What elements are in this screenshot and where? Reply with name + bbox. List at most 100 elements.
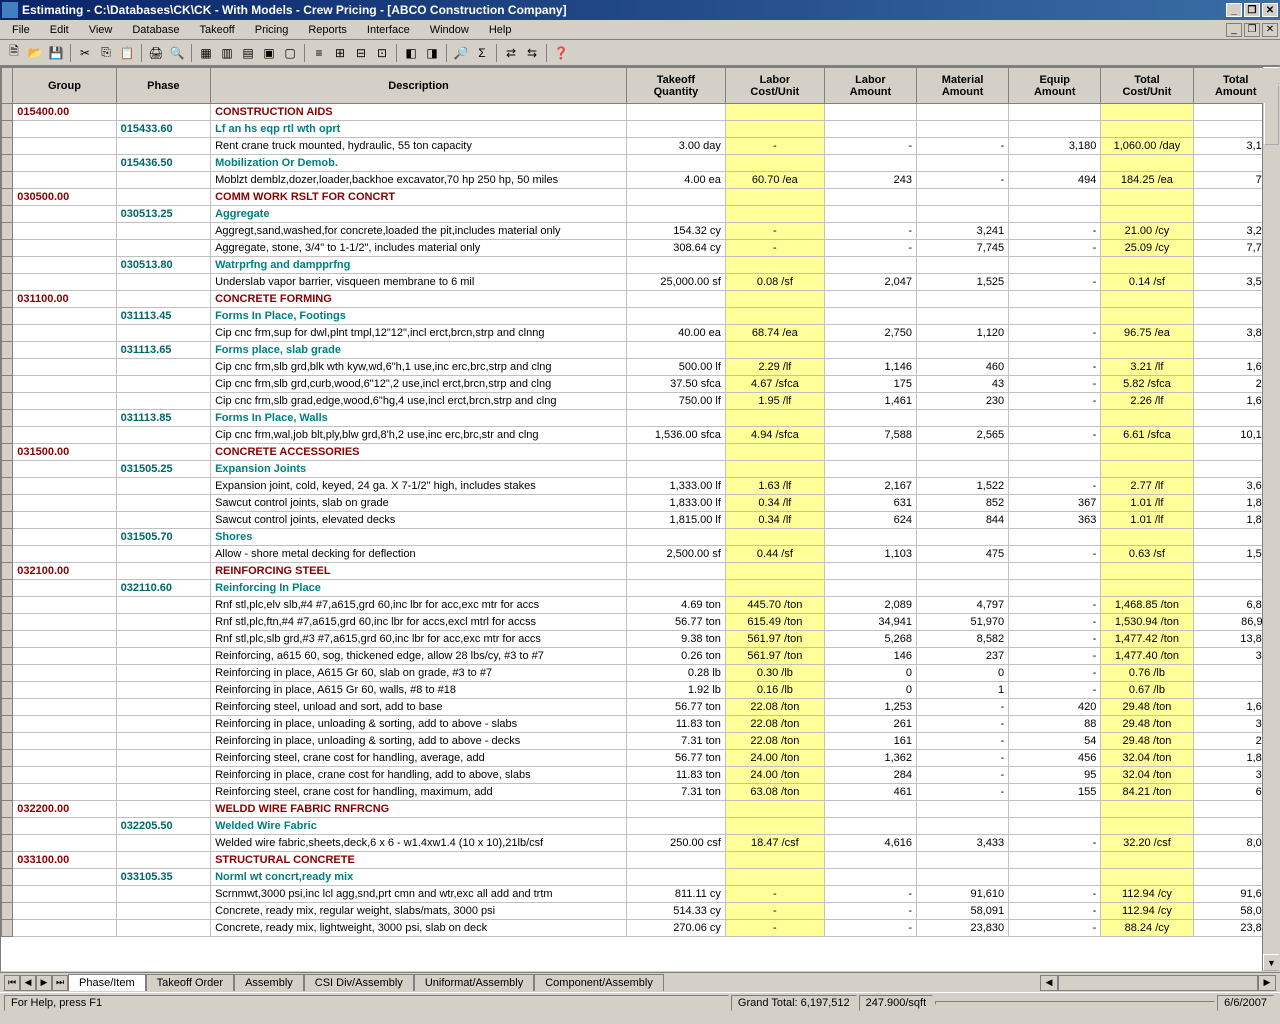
phase-cell[interactable]: [116, 903, 210, 920]
group-cell[interactable]: [13, 699, 116, 716]
mat-amt-cell[interactable]: 844: [917, 512, 1009, 529]
labor-cu-cell[interactable]: 18.47 /csf: [725, 835, 824, 852]
labor-amt-cell[interactable]: -: [824, 920, 916, 937]
table-row[interactable]: Reinforcing steel, crane cost for handli…: [2, 750, 1279, 767]
desc-cell[interactable]: CONCRETE FORMING: [211, 291, 627, 308]
total-cu-cell[interactable]: 1.01 /lf: [1101, 512, 1193, 529]
desc-cell[interactable]: Rnf stl,plc,elv slb,#4 #7,a615,grd 60,in…: [211, 597, 627, 614]
group-cell[interactable]: [13, 546, 116, 563]
desc-cell[interactable]: Sawcut control joints, elevated decks: [211, 512, 627, 529]
tool-icon[interactable]: ◧: [401, 43, 421, 63]
qty-cell[interactable]: 56.77 ton: [626, 699, 725, 716]
equip-amt-cell[interactable]: -: [1009, 886, 1101, 903]
desc-cell[interactable]: Rent crane truck mounted, hydraulic, 55 …: [211, 138, 627, 155]
total-cu-cell[interactable]: 2.26 /lf: [1101, 393, 1193, 410]
group-cell[interactable]: 032200.00: [13, 801, 116, 818]
labor-amt-cell[interactable]: -: [824, 903, 916, 920]
qty-cell[interactable]: 4.69 ton: [626, 597, 725, 614]
desc-cell[interactable]: Cip cnc frm,sup for dwl,plnt tmpl,12"12"…: [211, 325, 627, 342]
labor-cu-cell[interactable]: 22.08 /ton: [725, 699, 824, 716]
row-header[interactable]: [2, 852, 13, 869]
total-cu-cell[interactable]: 96.75 /ea: [1101, 325, 1193, 342]
table-row[interactable]: Reinforcing in place, unloading & sortin…: [2, 716, 1279, 733]
row-header[interactable]: [2, 223, 13, 240]
table-row[interactable]: 032205.50Welded Wire Fabric: [2, 818, 1279, 835]
group-cell[interactable]: [13, 733, 116, 750]
labor-amt-cell[interactable]: 4,616: [824, 835, 916, 852]
group-cell[interactable]: [13, 665, 116, 682]
open-icon[interactable]: 📂: [25, 43, 45, 63]
desc-cell[interactable]: Aggregate: [211, 206, 627, 223]
row-header[interactable]: [2, 529, 13, 546]
tool-icon[interactable]: ▥: [217, 43, 237, 63]
mat-amt-cell[interactable]: 91,610: [917, 886, 1009, 903]
save-icon[interactable]: 💾: [46, 43, 66, 63]
equip-amt-cell[interactable]: -: [1009, 478, 1101, 495]
desc-cell[interactable]: Reinforcing in place, unloading & sortin…: [211, 733, 627, 750]
labor-cu-cell[interactable]: -: [725, 920, 824, 937]
table-row[interactable]: 031505.25Expansion Joints: [2, 461, 1279, 478]
group-cell[interactable]: 030500.00: [13, 189, 116, 206]
tab-takeoff-order[interactable]: Takeoff Order: [146, 974, 234, 991]
total-cu-cell[interactable]: 2.77 /lf: [1101, 478, 1193, 495]
phase-cell[interactable]: [116, 614, 210, 631]
total-cu-cell[interactable]: 29.48 /ton: [1101, 699, 1193, 716]
group-cell[interactable]: [13, 886, 116, 903]
row-header[interactable]: [2, 631, 13, 648]
mat-amt-cell[interactable]: -: [917, 733, 1009, 750]
total-cu-cell[interactable]: 29.48 /ton: [1101, 733, 1193, 750]
table-row[interactable]: 015433.60Lf an hs eqp rtl wth oprt: [2, 121, 1279, 138]
table-row[interactable]: 015436.50Mobilization Or Demob.: [2, 155, 1279, 172]
table-row[interactable]: Reinforcing in place, unloading & sortin…: [2, 733, 1279, 750]
equip-amt-cell[interactable]: -: [1009, 359, 1101, 376]
group-cell[interactable]: [13, 121, 116, 138]
row-header[interactable]: [2, 155, 13, 172]
desc-cell[interactable]: Welded Wire Fabric: [211, 818, 627, 835]
labor-cu-cell[interactable]: 22.08 /ton: [725, 716, 824, 733]
group-cell[interactable]: [13, 529, 116, 546]
group-cell[interactable]: [13, 835, 116, 852]
phase-cell[interactable]: [116, 597, 210, 614]
row-header[interactable]: [2, 580, 13, 597]
mat-amt-cell[interactable]: 852: [917, 495, 1009, 512]
mat-amt-cell[interactable]: 1,120: [917, 325, 1009, 342]
row-header[interactable]: [2, 206, 13, 223]
menu-pricing[interactable]: Pricing: [245, 22, 299, 38]
phase-cell[interactable]: [116, 444, 210, 461]
table-row[interactable]: Reinforcing, a615 60, sog, thickened edg…: [2, 648, 1279, 665]
desc-cell[interactable]: Reinforcing, a615 60, sog, thickened edg…: [211, 648, 627, 665]
table-row[interactable]: 030513.25Aggregate: [2, 206, 1279, 223]
row-header[interactable]: [2, 291, 13, 308]
equip-amt-cell[interactable]: 420: [1009, 699, 1101, 716]
row-header[interactable]: [2, 699, 13, 716]
table-row[interactable]: Underslab vapor barrier, visqueen membra…: [2, 274, 1279, 291]
labor-cu-cell[interactable]: -: [725, 240, 824, 257]
table-row[interactable]: Aggregate, stone, 3/4" to 1-1/2", includ…: [2, 240, 1279, 257]
desc-cell[interactable]: Mobilization Or Demob.: [211, 155, 627, 172]
menu-reports[interactable]: Reports: [298, 22, 357, 38]
tab-next-icon[interactable]: ▶: [36, 975, 52, 991]
equip-amt-cell[interactable]: 54: [1009, 733, 1101, 750]
labor-amt-cell[interactable]: 1,461: [824, 393, 916, 410]
desc-cell[interactable]: Reinforcing In Place: [211, 580, 627, 597]
labor-cu-cell[interactable]: -: [725, 903, 824, 920]
phase-cell[interactable]: [116, 223, 210, 240]
tool-icon[interactable]: ⇄: [501, 43, 521, 63]
row-header[interactable]: [2, 750, 13, 767]
total-cu-cell[interactable]: 0.67 /lb: [1101, 682, 1193, 699]
mat-amt-cell[interactable]: 0: [917, 665, 1009, 682]
row-header[interactable]: [2, 512, 13, 529]
tab-uniformat[interactable]: Uniformat/Assembly: [414, 974, 534, 991]
qty-cell[interactable]: 750.00 lf: [626, 393, 725, 410]
mat-amt-cell[interactable]: 3,241: [917, 223, 1009, 240]
phase-cell[interactable]: 030513.25: [116, 206, 210, 223]
row-header[interactable]: [2, 767, 13, 784]
total-cu-cell[interactable]: 1,477.40 /ton: [1101, 648, 1193, 665]
phase-cell[interactable]: 031505.70: [116, 529, 210, 546]
labor-amt-cell[interactable]: 146: [824, 648, 916, 665]
total-cu-cell[interactable]: 32.04 /ton: [1101, 750, 1193, 767]
tool-icon[interactable]: ▣: [259, 43, 279, 63]
table-row[interactable]: 031113.85Forms In Place, Walls: [2, 410, 1279, 427]
tab-phase-item[interactable]: Phase/Item: [68, 974, 146, 991]
group-cell[interactable]: [13, 750, 116, 767]
